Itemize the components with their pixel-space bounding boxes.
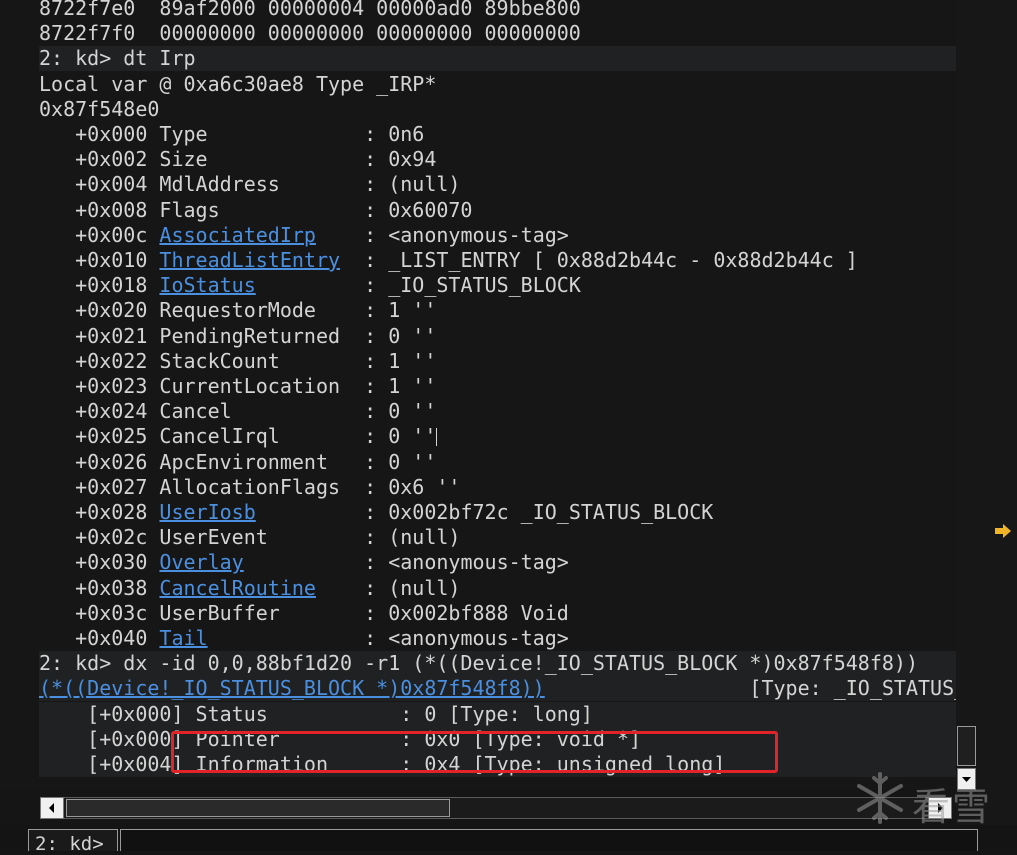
output-line: +0x002 Size : 0x94 — [39, 147, 956, 172]
right-gutter — [956, 0, 1017, 849]
output-line: (*((Device!_IO_STATUS_BLOCK *)0x87f548f8… — [39, 676, 956, 702]
output-text: : <anonymous-tag> — [315, 222, 569, 247]
output-line: +0x025 CancelIrql : 0 '' — [39, 424, 956, 449]
output-line: 8722f7e0 89af2000 00000004 00000ad0 89bb… — [39, 0, 956, 21]
output-text: +0x020 RequestorMode : 1 '' — [39, 298, 437, 323]
output-text: +0x022 StackCount : 1 '' — [39, 348, 437, 373]
output-line: +0x008 Flags : 0x60070 — [39, 198, 956, 223]
output-text: +0x004 MdlAddress : (null) — [39, 172, 461, 197]
text-cursor — [436, 428, 438, 447]
output-line: +0x00c AssociatedIrp : <anonymous-tag> — [39, 223, 956, 248]
dml-link[interactable]: Tail — [159, 626, 207, 650]
output-text: +0x028 — [39, 500, 160, 524]
output-text: : <anonymous-tag> — [243, 550, 569, 575]
output-text: +0x010 — [39, 248, 160, 272]
output-text: +0x021 PendingReturned : 0 '' — [39, 323, 437, 348]
output-text: : 0x002bf72c _IO_STATUS_BLOCK — [255, 500, 714, 524]
output-text: 2: kd> dx -id 0,0,88bf1d20 -r1 (*((Devic… — [39, 651, 918, 676]
dml-link[interactable]: (*((Device!_IO_STATUS_BLOCK *)0x87f548f8… — [39, 676, 545, 700]
output-line: +0x02c UserEvent : (null) — [39, 525, 956, 550]
output-text: [Type: _IO_STATUS_BLOCK] — [749, 676, 956, 701]
output-text: 8722f7e0 89af2000 00000004 00000ad0 89bb… — [39, 0, 581, 20]
output-text: +0x040 — [39, 626, 160, 650]
arrow-right-icon — [995, 524, 1011, 538]
output-text: +0x023 CurrentLocation : 1 '' — [39, 374, 437, 398]
output-line: +0x010 ThreadListEntry : _LIST_ENTRY [ 0… — [39, 248, 956, 273]
dml-link[interactable]: Overlay — [159, 550, 243, 574]
output-text: +0x002 Size : 0x94 — [39, 147, 437, 172]
dml-link[interactable]: CancelRoutine — [159, 576, 316, 600]
output-line: 2: kd> dt Irp — [39, 46, 956, 72]
output-text: : <anonymous-tag> — [207, 626, 569, 650]
output-text: +0x027 AllocationFlags : 0x6 '' — [39, 474, 461, 499]
output-line: [+0x000] Status : 0 [Type: long] — [39, 701, 956, 727]
output-text: 8722f7f0 00000000 00000000 00000000 0000… — [39, 21, 581, 46]
output-line: +0x038 CancelRoutine : (null) — [39, 576, 956, 601]
output-text: +0x024 Cancel : 0 '' — [39, 399, 437, 424]
output-line: 2: kd> dx -id 0,0,88bf1d20 -r1 (*((Devic… — [39, 651, 956, 677]
horizontal-scroll-left-button[interactable] — [40, 797, 64, 819]
output-line: +0x03c UserBuffer : 0x002bf888 Void — [39, 601, 956, 626]
output-line: +0x004 MdlAddress : (null) — [39, 172, 956, 197]
output-line: +0x027 AllocationFlags : 0x6 '' — [39, 475, 956, 500]
output-text: : (null) — [315, 575, 461, 600]
output-line: Local var @ 0xa6c30ae8 Type _IRP* — [39, 72, 956, 97]
output-text: +0x02c UserEvent : (null) — [39, 525, 461, 550]
horizontal-scrollbar-thumb[interactable] — [66, 799, 450, 817]
output-text: +0x026 ApcEnvironment : 0 '' — [39, 449, 437, 474]
output-text: 0x87f548e0 — [39, 96, 160, 121]
output-text: +0x008 Flags : 0x60070 — [39, 197, 473, 222]
watermark: 看雪 — [852, 768, 1002, 829]
output-text: Local var @ 0xa6c30ae8 Type _IRP* — [39, 71, 437, 96]
output-line: +0x026 ApcEnvironment : 0 '' — [39, 450, 956, 475]
output-line: +0x018 IoStatus : _IO_STATUS_BLOCK — [39, 273, 956, 298]
output-line: +0x040 Tail : <anonymous-tag> — [39, 626, 956, 651]
output-text: +0x03c UserBuffer : 0x002bf888 Void — [39, 600, 569, 625]
chevron-left-icon — [49, 803, 54, 813]
output-text: +0x038 — [39, 575, 160, 600]
dml-link[interactable]: UserIosb — [159, 500, 255, 524]
output-line: +0x023 CurrentLocation : 1 '' — [39, 374, 956, 399]
output-text: +0x030 — [39, 550, 160, 575]
output-line: 8722f7f0 00000000 00000000 00000000 0000… — [39, 21, 956, 46]
output-line: +0x021 PendingReturned : 0 '' — [39, 324, 956, 349]
debugger-output-pane[interactable]: 8722f7e0 89af2000 00000004 00000ad0 89bb… — [0, 0, 956, 790]
dml-link[interactable]: ThreadListEntry — [159, 248, 340, 272]
output-text: : _IO_STATUS_BLOCK — [255, 273, 581, 298]
annotation-highlight-box — [171, 731, 778, 773]
output-text: +0x000 Type : 0n6 — [39, 122, 425, 146]
output-text: 2: kd> dt Irp — [39, 46, 196, 71]
output-line: 0x87f548e0 — [39, 97, 956, 122]
command-input[interactable] — [120, 829, 978, 851]
output-line: +0x020 RequestorMode : 1 '' — [39, 298, 956, 323]
output-text: +0x00c — [39, 222, 160, 247]
snowflake-icon — [857, 772, 903, 824]
output-line: +0x024 Cancel : 0 '' — [39, 399, 956, 424]
command-prompt: 2: kd> — [28, 829, 118, 855]
dml-link[interactable]: IoStatus — [159, 273, 255, 297]
output-text: +0x018 — [39, 273, 160, 298]
output-text: +0x025 CancelIrql : 0 '' — [39, 424, 437, 449]
output-line: +0x022 StackCount : 1 '' — [39, 349, 956, 374]
watermark-text: 看雪 — [912, 785, 993, 829]
output-text: [+0x000] Status : 0 [Type: long] — [39, 701, 593, 726]
dml-link[interactable]: AssociatedIrp — [159, 223, 316, 247]
output-line: +0x030 Overlay : <anonymous-tag> — [39, 550, 956, 575]
output-line: +0x000 Type : 0n6 — [39, 122, 956, 147]
output-text: : _LIST_ENTRY [ 0x88d2b44c - 0x88d2b44c … — [340, 248, 858, 272]
command-prompt-label: 2: kd> — [35, 833, 104, 855]
output-line: +0x028 UserIosb : 0x002bf72c _IO_STATUS_… — [39, 500, 956, 525]
vertical-scrollbar-thumb[interactable] — [957, 726, 976, 766]
